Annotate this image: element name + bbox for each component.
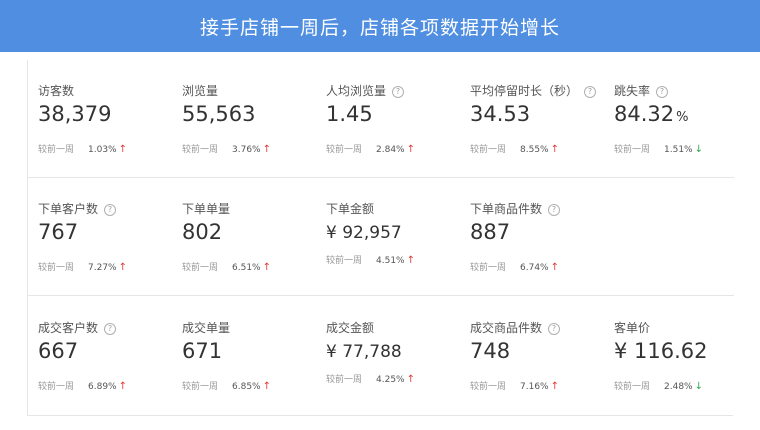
metric-label: 下单单量 — [182, 202, 231, 216]
help-icon[interactable]: ? — [584, 86, 597, 98]
metric-label: 成交单量 — [182, 321, 231, 335]
metric-deal-items: 成交商品件数? 748 较前一周 7.16% ↑ — [460, 297, 600, 415]
arrow-down-icon: ↓ — [694, 144, 703, 155]
metric-order-items: 下单商品件数? 887 较前一周 6.74% ↑ — [460, 178, 600, 296]
arrow-up-icon: ↑ — [262, 262, 271, 273]
metric-compare: 较前一周 4.25% ↑ — [326, 374, 415, 385]
metric-compare: 较前一周 3.76% ↑ — [182, 144, 271, 155]
metric-value: 34.53 — [470, 102, 531, 126]
metric-compare: 较前一周 6.51% ↑ — [182, 262, 271, 273]
metric-label: 平均停留时长（秒）? — [470, 82, 597, 99]
metric-pageviews: 浏览量 55,563 较前一周 3.76% ↑ — [172, 60, 312, 178]
help-icon[interactable]: ? — [104, 204, 117, 216]
metric-value: 767 — [38, 220, 79, 244]
metric-label: 下单金额 — [326, 202, 375, 216]
metric-value: 1.45 — [326, 102, 373, 126]
arrow-up-icon: ↑ — [550, 262, 559, 273]
metric-order-amount: 下单金额 ¥ 92,957 较前一周 4.51% ↑ — [316, 178, 456, 296]
arrow-up-icon: ↑ — [262, 381, 271, 392]
metric-label: 访客数 — [38, 84, 75, 98]
metrics-row-orders: 下单客户数? 767 较前一周 7.27% ↑ 下单单量 802 较前一周 6.51%… — [28, 178, 734, 296]
metric-compare: 较前一周 6.89% ↑ — [38, 381, 127, 392]
metric-visitors: 访客数 38,379 较前一周 1.03% ↑ — [28, 60, 168, 178]
metric-avg-pageviews: 人均浏览量? 1.45 较前一周 2.84% ↑ — [316, 60, 456, 178]
metric-compare: 较前一周 2.84% ↑ — [326, 144, 415, 155]
metric-label: 下单商品件数? — [470, 200, 561, 217]
arrow-down-icon: ↓ — [694, 381, 703, 392]
help-icon[interactable]: ? — [656, 86, 669, 98]
metric-value: ¥ 77,788 — [326, 342, 402, 362]
metric-label: 客单价 — [614, 321, 651, 335]
metric-label: 成交商品件数? — [470, 319, 561, 336]
metric-value: 84.32% — [614, 102, 689, 126]
metric-value: ¥ 92,957 — [326, 223, 402, 243]
arrow-up-icon: ↑ — [118, 262, 127, 273]
metric-label: 跳失率? — [614, 82, 669, 99]
metric-compare: 较前一周 2.48% ↓ — [614, 381, 703, 392]
metric-value: 671 — [182, 339, 223, 363]
metric-compare: 较前一周 8.55% ↑ — [470, 144, 559, 155]
metric-label: 浏览量 — [182, 84, 219, 98]
metric-label: 人均浏览量? — [326, 82, 405, 99]
metric-compare: 较前一周 1.51% ↓ — [614, 144, 703, 155]
arrow-up-icon: ↑ — [406, 144, 415, 155]
help-icon[interactable]: ? — [104, 323, 117, 335]
arrow-up-icon: ↑ — [406, 374, 415, 385]
metric-compare: 较前一周 1.03% ↑ — [38, 144, 127, 155]
arrow-up-icon: ↑ — [118, 381, 127, 392]
metric-deal-customers: 成交客户数? 667 较前一周 6.89% ↑ — [28, 297, 168, 415]
arrow-up-icon: ↑ — [406, 255, 415, 266]
metric-value: 38,379 — [38, 102, 112, 126]
metric-compare: 较前一周 6.85% ↑ — [182, 381, 271, 392]
help-icon[interactable]: ? — [548, 204, 561, 216]
metric-deal-amount: 成交金额 ¥ 77,788 较前一周 4.25% ↑ — [316, 297, 456, 415]
metric-label: 成交客户数? — [38, 319, 117, 336]
metric-deal-count: 成交单量 671 较前一周 6.85% ↑ — [172, 297, 312, 415]
metric-label: 下单客户数? — [38, 200, 117, 217]
metric-avg-order-value: 客单价 ¥ 116.62 较前一周 2.48% ↓ — [604, 297, 744, 415]
metric-label: 成交金额 — [326, 321, 375, 335]
metric-compare: 较前一周 7.16% ↑ — [470, 381, 559, 392]
arrow-up-icon: ↑ — [550, 381, 559, 392]
metric-value: 887 — [470, 220, 511, 244]
metric-value: 748 — [470, 339, 511, 363]
header-title: 接手店铺一周后，店铺各项数据开始增长 — [199, 16, 560, 39]
metric-compare: 较前一周 4.51% ↑ — [326, 255, 415, 266]
metrics-row-traffic: 访客数 38,379 较前一周 1.03% ↑ 浏览量 55,563 较前一周 3.7… — [28, 60, 734, 178]
metric-compare: 较前一周 6.74% ↑ — [470, 262, 559, 273]
header-banner: 接手店铺一周后，店铺各项数据开始增长 — [0, 0, 760, 52]
metric-value: 55,563 — [182, 102, 256, 126]
arrow-up-icon: ↑ — [550, 144, 559, 155]
help-icon[interactable]: ? — [392, 86, 405, 98]
metric-value: ¥ 116.62 — [614, 339, 708, 363]
metric-compare: 较前一周 7.27% ↑ — [38, 262, 127, 273]
help-icon[interactable]: ? — [548, 323, 561, 335]
metric-bounce-rate: 跳失率? 84.32% 较前一周 1.51% ↓ — [604, 60, 744, 178]
metric-order-count: 下单单量 802 较前一周 6.51% ↑ — [172, 178, 312, 296]
metric-value: 802 — [182, 220, 223, 244]
metric-avg-stay-time: 平均停留时长（秒）? 34.53 较前一周 8.55% ↑ — [460, 60, 600, 178]
metric-order-customers: 下单客户数? 767 较前一周 7.27% ↑ — [28, 178, 168, 296]
metrics-row-transactions: 成交客户数? 667 较前一周 6.89% ↑ 成交单量 671 较前一周 6.85%… — [28, 297, 734, 415]
arrow-up-icon: ↑ — [118, 144, 127, 155]
metric-value: 667 — [38, 339, 79, 363]
arrow-up-icon: ↑ — [262, 144, 271, 155]
metrics-panel: 访客数 38,379 较前一周 1.03% ↑ 浏览量 55,563 较前一周 3.7… — [27, 60, 734, 416]
